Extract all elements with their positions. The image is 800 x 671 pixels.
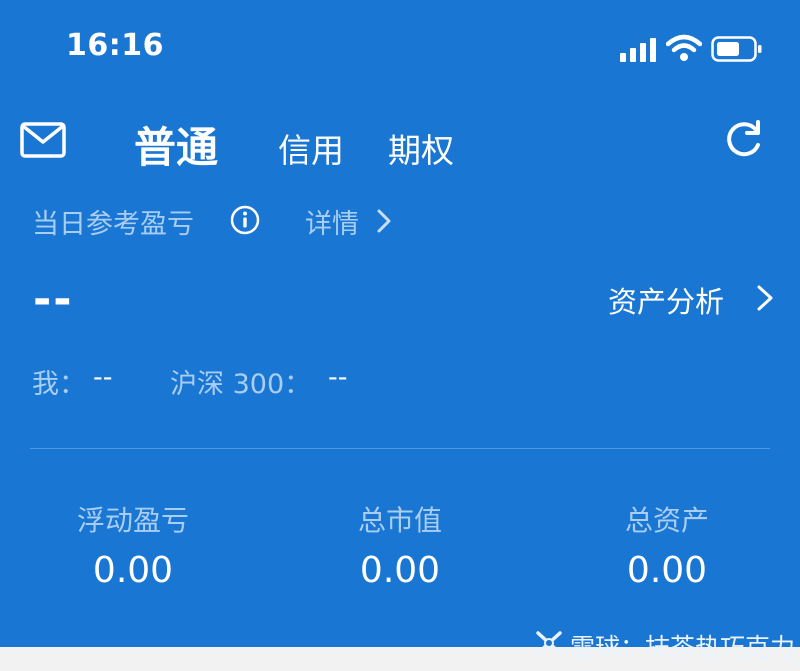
chevron-right-icon[interactable] [754, 283, 776, 313]
detail-link[interactable]: 详情 [305, 202, 359, 241]
tab-credit[interactable]: 信用 [278, 124, 344, 172]
info-icon[interactable] [230, 205, 260, 235]
tab-option[interactable]: 期权 [388, 124, 454, 172]
total-assets-value: 0.00 [626, 550, 708, 591]
daily-pnl-label: 当日参考盈亏 [32, 209, 194, 240]
hs300-label: 沪深 300： [170, 369, 312, 400]
wifi-icon [666, 34, 702, 61]
me-label: 我： [32, 369, 86, 400]
status-time: 16:16 [66, 28, 164, 63]
mail-icon[interactable] [20, 122, 66, 158]
watermark-text: 雪球：抹茶热巧克力 [570, 633, 796, 662]
divider [30, 448, 770, 449]
floating-pnl-value: 0.00 [92, 550, 174, 591]
asset-analysis-link[interactable]: 资产分析 [608, 279, 724, 321]
market-value-label: 总市值 [357, 504, 442, 537]
signal-icon [620, 38, 656, 62]
me-value: -- [93, 362, 113, 393]
floating-pnl-label: 浮动盈亏 [76, 504, 189, 537]
hs300-value: -- [328, 362, 348, 393]
daily-pnl-value: -- [33, 274, 74, 325]
battery-icon [711, 36, 762, 62]
refresh-icon[interactable] [722, 118, 766, 162]
market-value-value: 0.00 [359, 550, 441, 591]
xueqiu-logo-icon [536, 631, 562, 655]
total-assets-label: 总资产 [624, 504, 709, 537]
tab-normal[interactable]: 普通 [134, 114, 218, 175]
chevron-right-icon[interactable] [374, 208, 394, 234]
